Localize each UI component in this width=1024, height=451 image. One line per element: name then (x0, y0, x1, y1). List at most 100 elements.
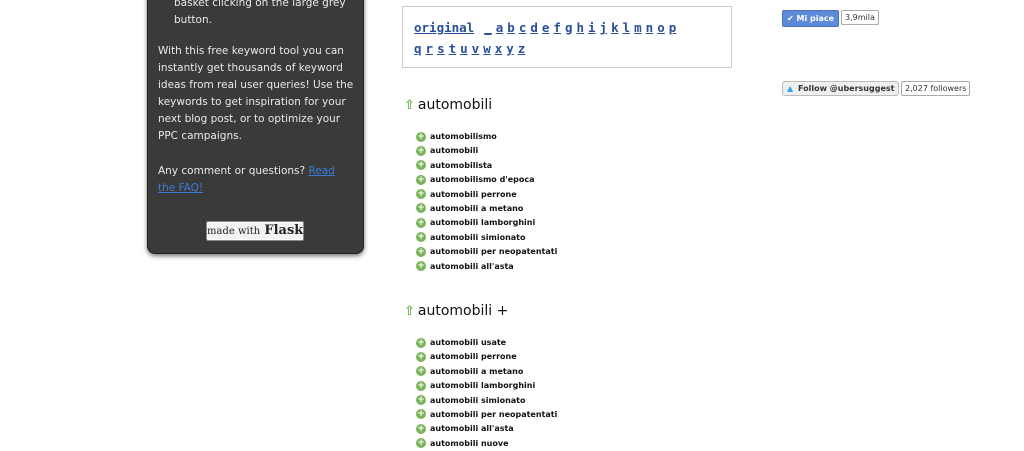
alphabet-link-z[interactable]: z (518, 41, 526, 56)
alphabet-link-u[interactable]: u (460, 41, 468, 56)
alphabet-link-m[interactable]: m (634, 20, 642, 35)
add-plus-icon[interactable]: + (416, 380, 426, 391)
keyword-text: automobili all'asta (430, 424, 514, 434)
keyword-text: automobili per neopatentati (430, 247, 558, 257)
keyword-item[interactable]: + automobilista (416, 159, 557, 173)
up-arrow-icon[interactable]: ⇧ (404, 304, 415, 319)
panel-text-comments: Any comment or questions? Read the FAQ! (158, 163, 354, 197)
add-plus-icon[interactable]: + (416, 423, 426, 434)
add-plus-icon[interactable]: + (416, 160, 426, 171)
alphabet-row-1: original _ a b c d e f g h i j k l m n o p (414, 20, 680, 35)
alphabet-link-g[interactable]: g (565, 20, 573, 35)
add-plus-icon[interactable]: + (416, 409, 426, 420)
keyword-item[interactable]: + automobili perrone (416, 350, 557, 364)
alphabet-link-l[interactable]: l (623, 20, 631, 35)
keyword-item[interactable]: + automobili (416, 144, 557, 158)
keyword-text: automobili per neopatentati (430, 409, 558, 419)
alphabet-link-p[interactable]: p (669, 20, 677, 35)
add-plus-icon[interactable]: + (416, 395, 426, 406)
section-title-text: automobili (417, 97, 493, 113)
add-plus-icon[interactable]: + (416, 438, 426, 449)
alphabet-link-d[interactable]: d (530, 20, 538, 35)
add-plus-icon[interactable]: + (416, 366, 426, 377)
alphabet-link-h[interactable]: h (576, 20, 584, 35)
twitter-followers-count: 2,027 followers (901, 81, 971, 96)
alphabet-link-b[interactable]: b (507, 20, 515, 35)
keyword-text: automobilismo d'epoca (430, 175, 535, 185)
alphabet-link-t[interactable]: t (449, 41, 457, 56)
keyword-item[interactable]: + automobilismo d'epoca (416, 173, 557, 187)
add-plus-icon[interactable]: + (416, 203, 426, 214)
keyword-list-2: + automobili usate + automobili perrone + aut… (416, 336, 557, 451)
thumbs-up-icon: ✔ (787, 14, 794, 23)
alphabet-link-x[interactable]: x (495, 41, 503, 56)
keyword-text: automobili a metano (430, 203, 524, 213)
facebook-like-button[interactable]: ✔ Mi piace (782, 10, 840, 27)
info-panel: basket clicking on the large grey button… (147, 0, 364, 254)
panel-text-intro: basket clicking on the large grey button… (174, 0, 346, 26)
add-plus-icon[interactable]: + (416, 131, 426, 142)
keyword-text: automobili all'asta (430, 261, 514, 271)
twitter-bird-icon: ▲ (787, 84, 794, 93)
alphabet-link-a[interactable]: a (496, 20, 504, 35)
alphabet-link-original[interactable]: original (414, 20, 474, 35)
section-title-text: automobili + (417, 303, 509, 319)
alphabet-link-k[interactable]: k (611, 20, 619, 35)
keyword-item[interactable]: + automobilismo (416, 130, 557, 144)
keyword-text: automobili nuove (430, 438, 509, 448)
add-plus-icon[interactable]: + (416, 217, 426, 228)
keyword-item[interactable]: + automobili lamborghini (416, 216, 557, 230)
add-plus-icon[interactable]: + (416, 174, 426, 185)
keyword-item[interactable]: + automobili a metano (416, 202, 557, 216)
flask-word: Flask (264, 223, 304, 238)
keyword-item[interactable]: + automobili per neopatentati (416, 408, 557, 422)
keyword-item[interactable]: + automobili perrone (416, 188, 557, 202)
keyword-text: automobilista (430, 160, 493, 170)
alphabet-link-s[interactable]: s (437, 41, 445, 56)
keyword-list-1: + automobilismo + automobili + automobilista +… (416, 130, 557, 274)
add-plus-icon[interactable]: + (416, 261, 426, 272)
keyword-text: automobili perrone (430, 352, 517, 362)
add-plus-icon[interactable]: + (416, 246, 426, 257)
alphabet-link-n[interactable]: n (646, 20, 654, 35)
keyword-item[interactable]: + automobili all'asta (416, 422, 557, 436)
alphabet-link-o[interactable]: o (657, 20, 665, 35)
alphabet-link-c[interactable]: c (519, 20, 527, 35)
twitter-follow-button[interactable]: ▲ Follow @ubersuggest (782, 81, 900, 96)
keyword-text: automobilismo (430, 132, 497, 141)
alphabet-link-e[interactable]: e (542, 20, 550, 35)
keyword-item[interactable]: + automobili lamborghini (416, 379, 557, 393)
alphabet-link-y[interactable]: y (506, 41, 514, 56)
keyword-text: automobili simionato (430, 395, 526, 405)
made-with-flask-button[interactable]: made with Flask (206, 221, 304, 241)
add-plus-icon[interactable]: + (416, 337, 426, 348)
alphabet-link-v[interactable]: v (472, 41, 480, 56)
up-arrow-icon[interactable]: ⇧ (404, 98, 415, 113)
alphabet-link-underscore[interactable]: _ (484, 20, 492, 35)
alphabet-link-j[interactable]: j (600, 20, 608, 35)
add-plus-icon[interactable]: + (416, 189, 426, 200)
keyword-text: automobili lamborghini (430, 218, 536, 228)
like-label: Mi piace (796, 14, 835, 23)
add-plus-icon[interactable]: + (416, 232, 426, 243)
keyword-item[interactable]: + automobili nuove (416, 437, 557, 451)
keyword-text: automobili simionato (430, 232, 526, 242)
alphabet-link-i[interactable]: i (588, 20, 596, 35)
keyword-text: automobili perrone (430, 189, 517, 199)
keyword-item[interactable]: + automobili a metano (416, 365, 557, 379)
alphabet-link-r[interactable]: r (426, 41, 434, 56)
keyword-item[interactable]: + automobili per neopatentati (416, 245, 557, 259)
keyword-item[interactable]: + automobili simionato (416, 231, 557, 245)
alphabet-link-w[interactable]: w (483, 41, 491, 56)
alphabet-link-f[interactable]: f (553, 20, 561, 35)
keyword-text: automobili usate (430, 338, 507, 347)
add-plus-icon[interactable]: + (416, 351, 426, 362)
panel-text-description: With this free keyword tool you can inst… (158, 45, 354, 142)
keyword-item[interactable]: + automobili simionato (416, 394, 557, 408)
keyword-text: automobili (430, 146, 479, 156)
keyword-item[interactable]: + automobili all'asta (416, 260, 557, 274)
alphabet-link-q[interactable]: q (414, 41, 422, 56)
section-title-automobili-plus: ⇧ automobili + (404, 303, 508, 319)
add-plus-icon[interactable]: + (416, 145, 426, 156)
keyword-item[interactable]: + automobili usate (416, 336, 557, 350)
